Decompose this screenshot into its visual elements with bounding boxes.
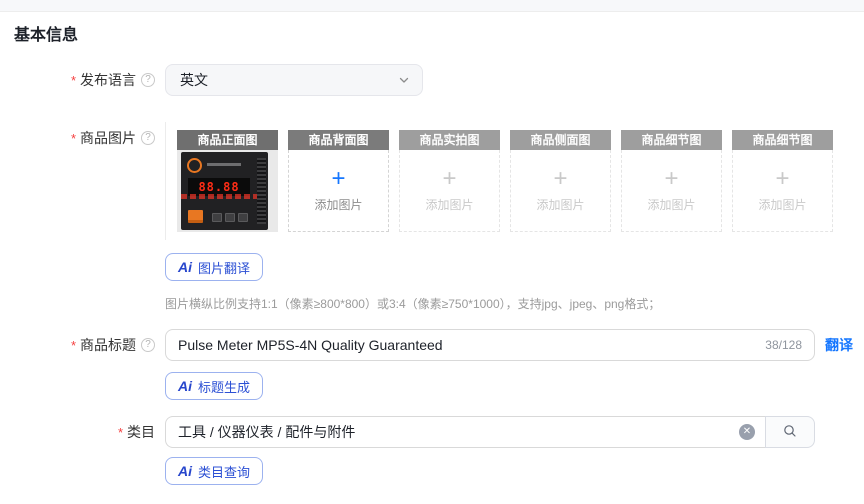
pulse-meter-device: 88.88 (181, 152, 268, 230)
help-icon[interactable] (141, 131, 155, 145)
product-images-label: * 商品图片 (0, 122, 165, 154)
image-tile-front-title: 商品正面图 (177, 130, 278, 150)
product-title-value: Pulse Meter MP5S-4N Quality Guaranteed (178, 337, 443, 353)
product-front-photo: 88.88 (177, 150, 278, 232)
publish-language-label: * 发布语言 (0, 64, 165, 96)
required-asterisk: * (70, 130, 76, 146)
help-icon[interactable] (141, 338, 155, 352)
category-input[interactable]: 工具 / 仪器仪表 / 配件与附件 (165, 416, 765, 448)
image-tile-back[interactable]: 商品背面图 添加图片 (288, 130, 389, 232)
add-image-label: 添加图片 (314, 197, 363, 212)
page-title: 基本信息 (14, 27, 79, 44)
device-side-fins (257, 158, 266, 224)
ai-logo: Ai (178, 378, 192, 394)
plus-icon (553, 169, 567, 189)
category-label-text: 类目 (127, 424, 155, 440)
device-brand-bar (207, 163, 241, 166)
search-icon (782, 423, 798, 442)
image-tile-side-title: 商品侧面图 (510, 130, 611, 150)
help-icon[interactable] (141, 73, 155, 87)
char-counter: 38/128 (765, 338, 802, 352)
row-publish-language: * 发布语言 英文 (0, 64, 864, 96)
product-images-label-text: 商品图片 (80, 130, 136, 146)
plus-icon (442, 169, 456, 189)
required-asterisk: * (70, 72, 76, 88)
product-title-label: * 商品标题 (0, 329, 165, 361)
device-logo (187, 158, 202, 173)
image-requirements-hint: 图片横纵比例支持1:1（像素≥800*800）或3:4（像素≥750*1000）… (165, 297, 661, 311)
required-asterisk: * (117, 424, 123, 440)
image-upload-tiles: 商品正面图 88.88 商品背面图 + 添加图片 商品实拍图 + 添加图片 商品… (165, 122, 833, 240)
add-image-label: 添加图片 (647, 197, 696, 212)
device-buttons (212, 213, 248, 222)
ai-image-translate-label: 图片翻译 (198, 260, 251, 276)
ai-image-translate-button[interactable]: Ai 图片翻译 (165, 253, 264, 281)
image-tile-real-shot-title: 商品实拍图 (399, 130, 500, 150)
clear-icon[interactable] (739, 424, 755, 440)
plus-icon (331, 169, 345, 189)
publish-language-value: 英文 (180, 72, 208, 88)
ai-title-generate-button[interactable]: Ai 标题生成 (165, 372, 264, 400)
image-tile-detail-2-title: 商品细节图 (732, 130, 833, 150)
image-tile-detail-1-title: 商品细节图 (621, 130, 722, 150)
product-title-label-text: 商品标题 (80, 337, 136, 353)
row-category: * 类目 工具 / 仪器仪表 / 配件与附件 Ai 类目查询 (0, 416, 864, 485)
add-image-label: 添加图片 (758, 197, 807, 212)
image-tile-front[interactable]: 商品正面图 88.88 (177, 130, 278, 232)
device-orange-label (188, 210, 203, 223)
translate-link[interactable]: 翻译 (825, 335, 853, 355)
category-label: * 类目 (0, 416, 165, 448)
image-tile-back-title: 商品背面图 (288, 130, 389, 150)
category-value: 工具 / 仪器仪表 / 配件与附件 (178, 424, 356, 440)
ai-title-generate-label: 标题生成 (198, 379, 251, 395)
row-product-title: * 商品标题 Pulse Meter MP5S-4N Quality Guara… (0, 329, 864, 400)
row-product-images: * 商品图片 商品正面图 88.88 (0, 122, 864, 312)
red-watermark (181, 194, 264, 199)
image-tile-detail-2: 商品细节图 添加图片 (732, 130, 833, 232)
publish-language-select[interactable]: 英文 (165, 64, 423, 96)
add-image-label: 添加图片 (425, 197, 474, 212)
ai-category-query-label: 类目查询 (198, 464, 251, 480)
add-image-label: 添加图片 (536, 197, 585, 212)
image-tile-detail-1: 商品细节图 添加图片 (621, 130, 722, 232)
plus-icon (775, 169, 789, 189)
image-tile-side: 商品侧面图 添加图片 (510, 130, 611, 232)
publish-language-label-text: 发布语言 (80, 72, 136, 88)
ai-logo: Ai (178, 463, 192, 479)
plus-icon (664, 169, 678, 189)
image-tile-real-shot: 商品实拍图 添加图片 (399, 130, 500, 232)
ai-category-query-button[interactable]: Ai 类目查询 (165, 457, 264, 485)
product-title-input[interactable]: Pulse Meter MP5S-4N Quality Guaranteed 3… (165, 329, 815, 361)
category-search-button[interactable] (765, 416, 815, 448)
top-bar (0, 0, 864, 12)
required-asterisk: * (70, 337, 76, 353)
ai-logo: Ai (178, 259, 192, 275)
chevron-down-icon (398, 74, 410, 86)
